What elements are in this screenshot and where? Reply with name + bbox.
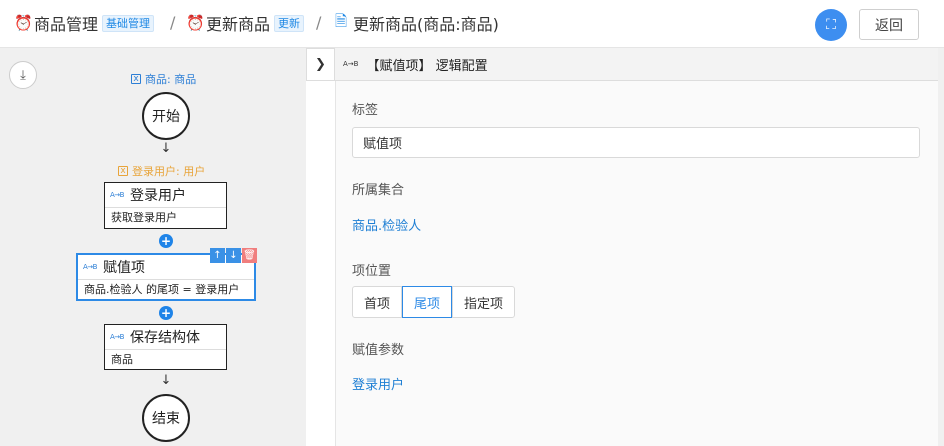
config-panel: 标签 赋值项 所属集合 商品.检验人 项位置 首项 尾项 指定项 赋值参数 登录… [335, 81, 938, 446]
node-title: 赋值项 [102, 260, 145, 276]
breadcrumb-separator: / [170, 13, 176, 32]
move-up-icon[interactable]: ↑ [210, 248, 225, 263]
collection-link[interactable]: 商品.检验人 [352, 215, 421, 234]
collection-field-label: 所属集合 [352, 183, 405, 198]
back-button[interactable]: 返回 [859, 9, 919, 40]
assign-icon: A→B [343, 60, 359, 68]
node-description: 商品 [111, 353, 133, 366]
position-option-specified[interactable]: 指定项 [452, 286, 515, 318]
clock-icon: ⏰ [14, 14, 33, 32]
breadcrumb-item-current: 🗎 更新商品(商品:商品) [333, 0, 499, 46]
fullscreen-button[interactable]: ⛶ [815, 9, 847, 41]
label-input[interactable]: 赋值项 [352, 127, 920, 158]
panel-title: 【赋值项】 逻辑配置 [366, 58, 488, 74]
chevron-right-icon: ❯ [315, 57, 326, 72]
breadcrumb-item-update-product[interactable]: ⏰ 更新商品 更新 [186, 0, 305, 46]
input-variable-tag: x 商品: 商品 [131, 71, 196, 87]
label-field-label: 标签 [352, 103, 379, 118]
position-option-last[interactable]: 尾项 [402, 286, 452, 318]
variable-icon: x [118, 166, 128, 176]
arrow-down-icon: ↓ [160, 141, 172, 156]
download-button[interactable]: ⤓ [9, 61, 37, 89]
edit-document-icon: 🗎 [334, 11, 348, 30]
position-option-first[interactable]: 首项 [352, 286, 402, 318]
panel-header: A→B 【赋值项】 逻辑配置 [335, 48, 938, 81]
variable-icon: x [131, 74, 141, 84]
breadcrumb-label: 更新商品 [206, 15, 271, 34]
flow-node-save-struct[interactable]: A→B 保存结构体 商品 [104, 324, 227, 370]
assign-icon: A→B [110, 333, 124, 341]
user-variable-tag: x 登录用户: 用户 [118, 163, 205, 179]
param-field-label: 赋值参数 [352, 343, 405, 358]
arrow-down-icon: ↓ [160, 373, 172, 388]
delete-icon[interactable]: 🗑 [242, 248, 257, 263]
position-field-label: 项位置 [352, 264, 392, 279]
variable-label: 商品: 商品 [145, 73, 197, 86]
breadcrumb-tag: 更新 [274, 14, 305, 32]
variable-label: 登录用户: 用户 [132, 165, 206, 178]
flow-node-login-user[interactable]: A→B 登录用户 获取登录用户 [104, 182, 227, 229]
scrollbar[interactable] [938, 48, 944, 446]
assign-icon: A→B [110, 191, 124, 199]
node-description: 商品.检验人 的尾项 = 登录用户 [84, 283, 240, 296]
collapse-panel-button[interactable]: ❯ [306, 48, 335, 81]
end-node[interactable]: 结束 [142, 394, 190, 442]
assign-icon: A→B [83, 263, 97, 271]
node-title: 保存结构体 [129, 330, 200, 346]
move-down-icon[interactable]: ↓ [226, 248, 241, 263]
node-title: 登录用户 [129, 188, 186, 204]
add-node-button[interactable]: + [159, 234, 173, 248]
position-segmented-control: 首项 尾项 指定项 [352, 286, 515, 318]
flow-canvas[interactable]: ⤓ x 商品: 商品 开始 ↓ x 登录用户: 用户 A→B 登录用户 获取登录… [0, 48, 306, 446]
download-icon: ⤓ [20, 67, 26, 83]
breadcrumb-separator: / [316, 13, 322, 32]
fullscreen-icon: ⛶ [826, 17, 836, 33]
node-description: 获取登录用户 [111, 211, 177, 224]
breadcrumb-label: 商品管理 [34, 15, 99, 34]
breadcrumb-label: 更新商品(商品:商品) [353, 15, 499, 34]
add-node-button[interactable]: + [159, 306, 173, 320]
breadcrumb-tag: 基础管理 [102, 14, 155, 32]
clock-icon: ⏰ [186, 14, 205, 32]
node-toolbar: ↑ ↓ 🗑 [209, 248, 257, 263]
breadcrumb-item-product-management[interactable]: ⏰ 商品管理 基础管理 [14, 0, 155, 46]
param-link[interactable]: 登录用户 [352, 374, 404, 393]
start-node[interactable]: 开始 [142, 92, 190, 140]
page-header: ⏰ 商品管理 基础管理 / ⏰ 更新商品 更新 / 🗎 更新商品(商品:商品) … [0, 0, 944, 48]
